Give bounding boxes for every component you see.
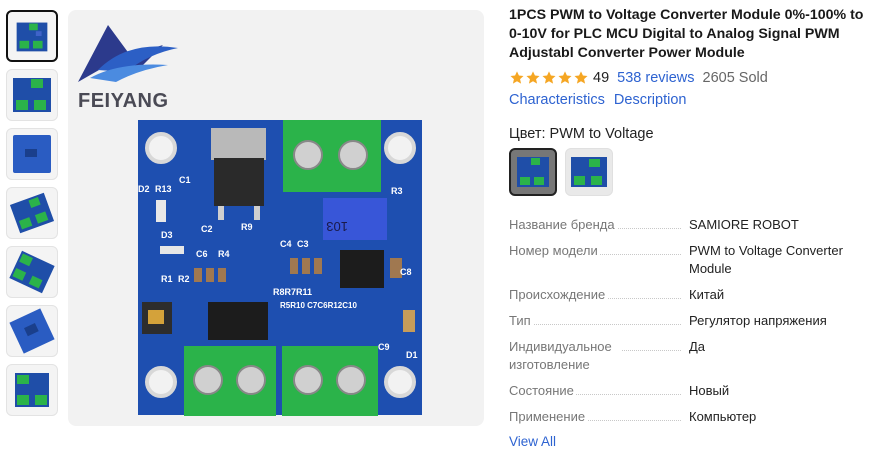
label-c9: C9 — [378, 342, 390, 352]
label-c4: C4 — [280, 239, 292, 249]
thumbnail-3[interactable] — [6, 128, 58, 180]
product-title: 1PCS PWM to Voltage Converter Module 0%-… — [509, 7, 864, 61]
thumbnail-1[interactable] — [6, 10, 58, 62]
label-pot: 103 — [326, 219, 348, 234]
star-icon — [526, 71, 540, 84]
brand-logo-text: FEIYANG — [78, 90, 169, 112]
rating-stars — [509, 70, 589, 86]
thumbnail-7[interactable] — [6, 364, 58, 416]
label-d1: D1 — [406, 350, 418, 360]
color-label: Цвет: PWM to Voltage — [509, 126, 654, 142]
sold-count: 2605 Sold — [702, 70, 768, 86]
characteristics-link[interactable]: Characteristics — [509, 92, 605, 108]
rating-value: 49 — [593, 70, 610, 86]
label-r5r10: R5R10 C7C6R12C10 — [280, 301, 357, 310]
label-d3: D3 — [161, 230, 173, 240]
thumbnail-list — [6, 10, 60, 423]
spec-value: Компьютер — [689, 409, 757, 424]
color-swatches — [509, 148, 871, 196]
spec-key: Номер модели — [509, 243, 600, 258]
spec-value: Да — [689, 339, 706, 354]
star-icon — [574, 71, 588, 84]
label-r9: R9 — [241, 222, 253, 232]
reviews-link[interactable]: 538 reviews — [617, 70, 694, 86]
spec-key: Индивидуальное изготовление — [509, 338, 621, 374]
label-r8r7r11: R8R7R11 — [273, 287, 312, 297]
spec-value: Регулятор напряжения — [689, 313, 827, 328]
label-c8: C8 — [400, 267, 412, 277]
label-r13: R13 — [155, 184, 172, 194]
label-r2: R2 — [178, 274, 190, 284]
label-d2: D2 — [138, 184, 150, 194]
thumbnail-5[interactable] — [6, 246, 58, 298]
spec-key: Применение — [509, 409, 588, 424]
spec-key: Состояние — [509, 383, 576, 398]
label-c3: C3 — [297, 239, 309, 249]
spec-row: Индивидуальное изготовление Да — [509, 338, 871, 374]
spec-row: Состояние Новый — [509, 382, 871, 400]
product-info: 1PCS PWM to Voltage Converter Module 0%-… — [509, 6, 871, 449]
spec-row: Номер модели PWM to Voltage Converter Mo… — [509, 242, 871, 278]
star-icon — [510, 71, 524, 84]
label-r4: R4 — [218, 249, 230, 259]
thumbnail-2[interactable] — [6, 69, 58, 121]
label-c1: C1 — [179, 175, 191, 185]
label-r1: R1 — [161, 274, 173, 284]
star-icon — [558, 71, 572, 84]
thumbnail-6[interactable] — [6, 305, 58, 357]
thumbnail-4[interactable] — [6, 187, 58, 239]
spec-value: Китай — [689, 287, 725, 302]
label-c2: C2 — [201, 224, 213, 234]
view-all-link[interactable]: View All — [509, 434, 871, 449]
description-link[interactable]: Description — [614, 92, 687, 108]
spec-value: Новый — [689, 383, 730, 398]
spec-key: Название бренда — [509, 217, 617, 232]
swatch-pwm-to-voltage[interactable] — [509, 148, 557, 196]
rating-row: 49 538 reviews 2605 Sold — [509, 70, 871, 86]
spec-row: Применение Компьютер — [509, 408, 871, 426]
spec-row: Название бренда SAMIORE ROBOT — [509, 216, 871, 234]
feiyang-logo — [78, 25, 178, 82]
pcb-illustration: D2 R13 C1 R3 D3 C2 R9 C4 C3 C6 R4 R1 R2 … — [78, 25, 422, 416]
spec-value: SAMIORE ROBOT — [689, 217, 799, 232]
spec-value: PWM to Voltage Converter Module — [689, 243, 843, 276]
spec-row: Происхождение Китай — [509, 286, 871, 304]
star-icon — [542, 71, 556, 84]
label-r3: R3 — [391, 186, 403, 196]
spec-key: Происхождение — [509, 287, 608, 302]
specifications: Название бренда SAMIORE ROBOT Номер моде… — [509, 216, 871, 426]
spec-key: Тип — [509, 313, 533, 328]
label-c6: C6 — [196, 249, 208, 259]
swatch-variant-2[interactable] — [565, 148, 613, 196]
section-links: Characteristics Description — [509, 92, 871, 108]
spec-row: Тип Регулятор напряжения — [509, 312, 871, 330]
main-product-image[interactable]: D2 R13 C1 R3 D3 C2 R9 C4 C3 C6 R4 R1 R2 … — [68, 10, 484, 426]
